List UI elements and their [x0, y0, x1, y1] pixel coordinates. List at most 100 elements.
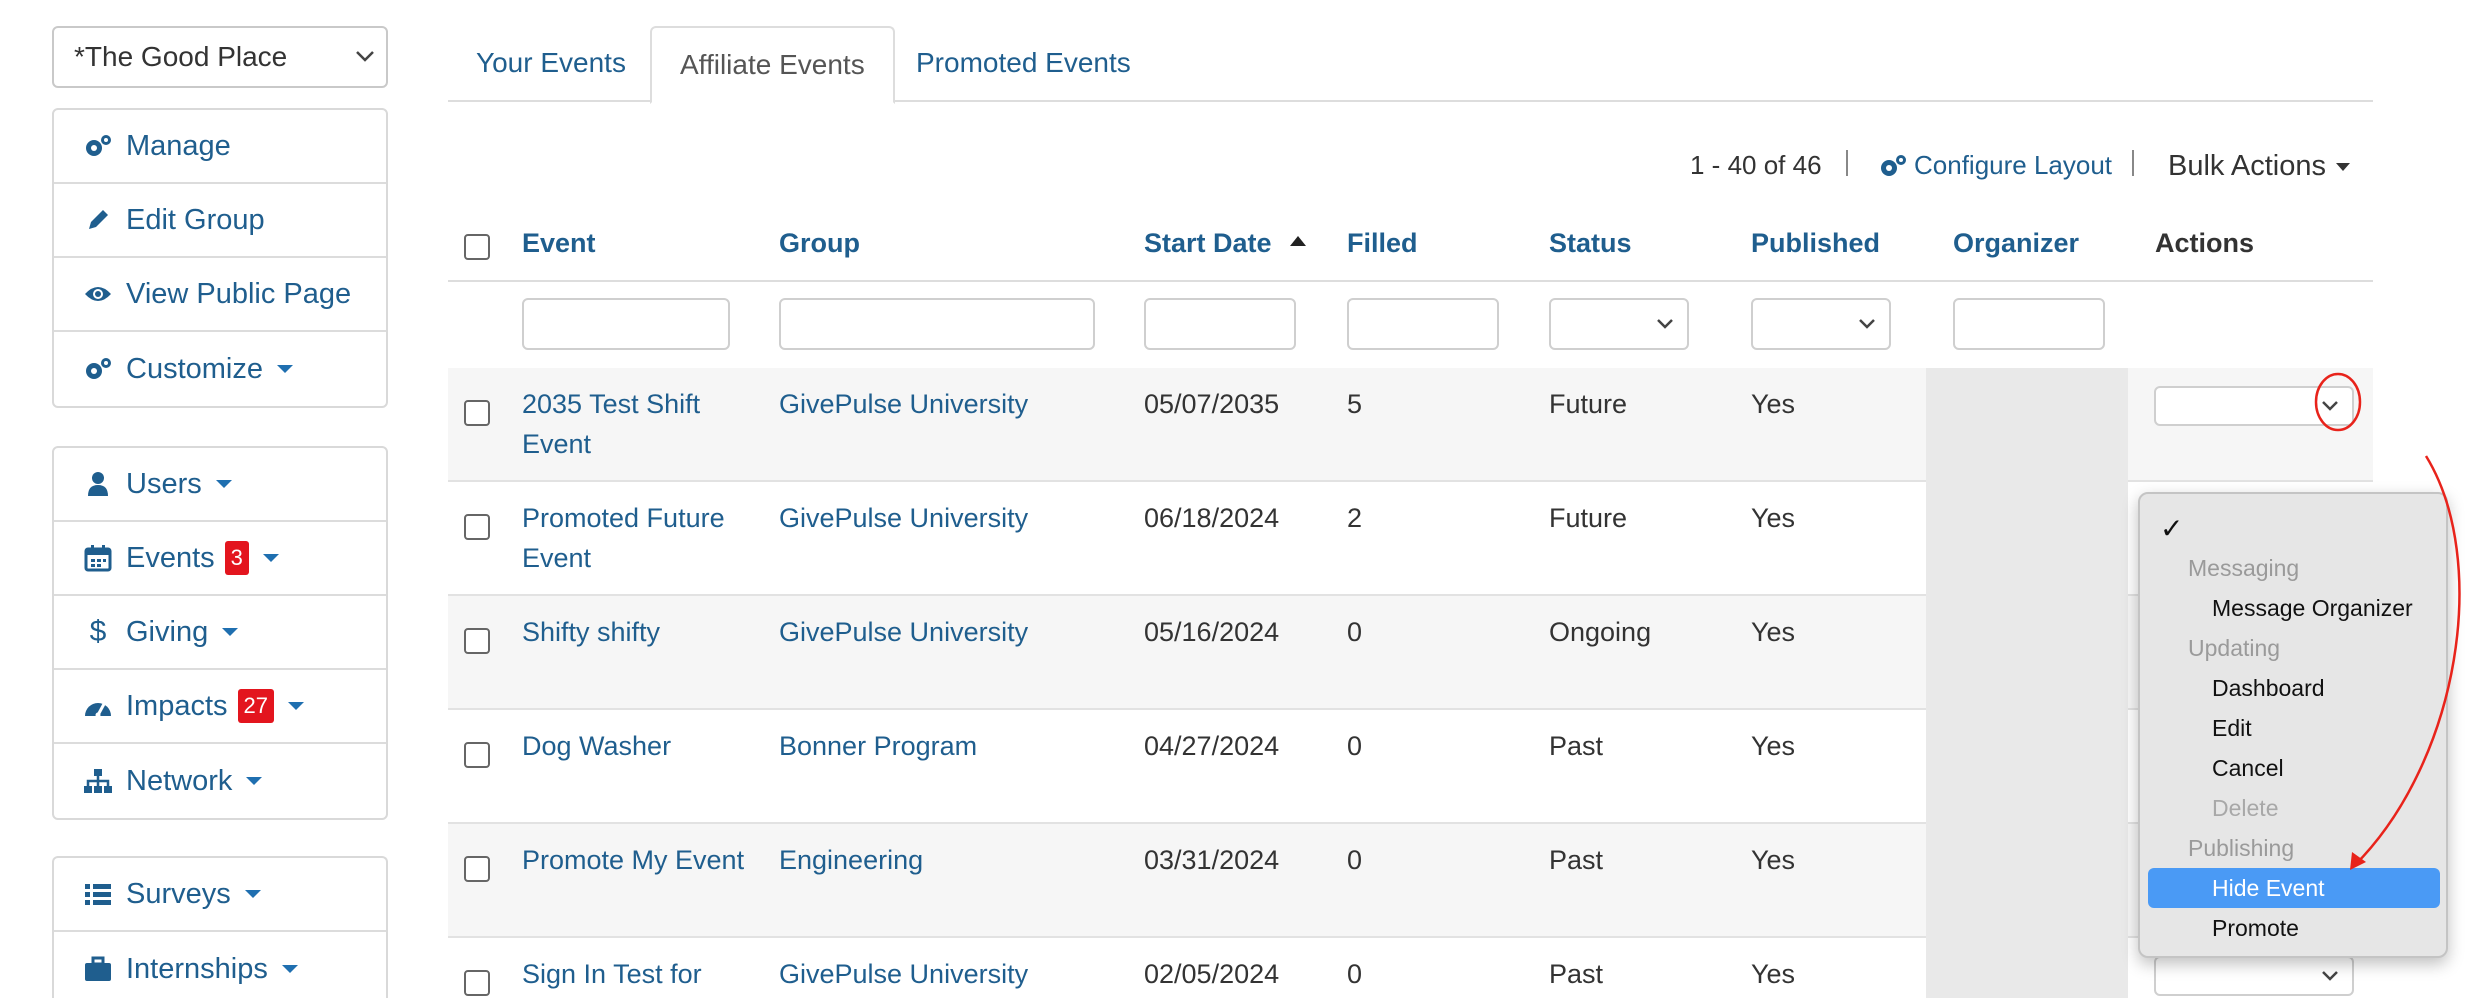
sidebar-item-surveys[interactable]: Surveys [54, 858, 386, 932]
bulk-actions-label: Bulk Actions [2168, 150, 2326, 182]
caret-down-icon [281, 965, 298, 973]
list-icon [82, 879, 114, 909]
group-link[interactable]: Bonner Program [779, 726, 977, 766]
group-link[interactable]: Engineering [779, 840, 923, 880]
sidebar-item-label: Manage [126, 129, 231, 162]
event-filter-input[interactable] [522, 298, 730, 350]
status-value: Past [1549, 959, 1604, 989]
start-date-filter-input[interactable] [1144, 298, 1296, 350]
menu-item-message-organizer[interactable]: Message Organizer [2140, 588, 2446, 628]
start-date: 02/05/2024 [1144, 959, 1280, 989]
published-value: Yes [1751, 617, 1796, 647]
bulk-actions-button[interactable]: Bulk Actions [2168, 150, 2350, 183]
sidebar-item-label: Edit Group [126, 203, 265, 236]
group-selector[interactable]: *The Good Place [52, 26, 388, 88]
filled-count: 5 [1347, 389, 1363, 419]
filter-row [448, 282, 2373, 368]
published-value: Yes [1751, 503, 1796, 533]
row-checkbox[interactable] [464, 514, 490, 540]
select-all-checkbox[interactable] [464, 234, 490, 260]
published-value: Yes [1751, 959, 1796, 989]
start-date: 05/16/2024 [1144, 617, 1280, 647]
filled-count: 0 [1347, 731, 1363, 761]
briefcase-icon [82, 954, 114, 984]
event-tabs: Your Events Affiliate Events Promoted Ev… [448, 26, 2373, 104]
menu-item-promote[interactable]: Promote [2140, 908, 2446, 948]
pagination-range: 1 - 40 of 46 [1690, 150, 1822, 180]
column-header-filled[interactable]: Filled [1347, 228, 1418, 259]
sidebar-item-label: Giving [126, 615, 209, 648]
dashboard-icon [82, 691, 114, 721]
row-actions-select[interactable] [2154, 956, 2354, 996]
filled-filter-input[interactable] [1347, 298, 1499, 350]
sidebar-item-internships[interactable]: Internships [54, 932, 386, 998]
sitemap-icon [82, 766, 114, 796]
caret-down-icon [2335, 162, 2350, 171]
sidebar-group-admin: Manage Edit Group View Public Page Custo… [52, 108, 388, 408]
sidebar-item-giving[interactable]: $ Giving [54, 596, 386, 670]
sidebar-item-network[interactable]: Network [54, 744, 386, 818]
column-header-start-date[interactable]: Start Date [1144, 228, 1272, 259]
pencil-icon [82, 205, 114, 235]
organizer-filter-input[interactable] [1953, 298, 2105, 350]
configure-layout-label: Configure Layout [1914, 150, 2113, 180]
caret-down-icon [215, 480, 232, 488]
column-header-published[interactable]: Published [1751, 228, 1880, 259]
event-name-link[interactable]: 2035 Test Shift Event [522, 384, 700, 464]
column-header-group[interactable]: Group [779, 228, 860, 259]
column-header-event[interactable]: Event [522, 228, 596, 259]
sidebar-item-label: Internships [126, 952, 268, 985]
event-name-link[interactable]: Shifty shifty [522, 612, 660, 652]
dollar-icon: $ [89, 615, 107, 648]
sidebar-item-events[interactable]: Events 3 [54, 522, 386, 596]
event-name-link[interactable]: Promoted Future Event [522, 498, 725, 578]
group-link[interactable]: GivePulse University [779, 384, 1028, 424]
group-link[interactable]: GivePulse University [779, 612, 1028, 652]
configure-layout-link[interactable]: Configure Layout [1878, 150, 2112, 181]
gears-icon [82, 131, 114, 161]
group-selector-value: *The Good Place [74, 41, 288, 72]
published-value: Yes [1751, 731, 1796, 761]
caret-down-icon [244, 890, 261, 898]
menu-item-cancel[interactable]: Cancel [2140, 748, 2446, 788]
sort-ascending-icon[interactable] [1290, 236, 1306, 246]
group-filter-input[interactable] [779, 298, 1095, 350]
sidebar-item-view-public-page[interactable]: View Public Page [54, 258, 386, 332]
group-link[interactable]: GivePulse University [779, 498, 1028, 538]
checkmark-icon: ✓ [2160, 513, 2184, 544]
event-name-link[interactable]: Promote My Event [522, 840, 744, 880]
table-header: Event Group Start Date Filled Status Pub… [448, 218, 2373, 282]
row-checkbox[interactable] [464, 856, 490, 882]
sidebar-item-manage[interactable]: Manage [54, 110, 386, 184]
published-filter-select[interactable] [1751, 298, 1891, 350]
sidebar-item-users[interactable]: Users [54, 448, 386, 522]
group-link[interactable]: GivePulse University [779, 954, 1028, 994]
row-checkbox[interactable] [464, 970, 490, 996]
caret-down-icon [277, 365, 293, 373]
tab-your-events[interactable]: Your Events [448, 26, 654, 102]
event-name-link[interactable]: Sign In Test for [522, 954, 702, 994]
menu-item-hide-event[interactable]: Hide Event [2148, 868, 2440, 908]
row-checkbox[interactable] [464, 400, 490, 426]
calendar-icon [82, 543, 114, 573]
published-value: Yes [1751, 389, 1796, 419]
menu-item-edit[interactable]: Edit [2140, 708, 2446, 748]
event-name-link[interactable]: Dog Washer [522, 726, 671, 766]
sidebar-item-edit-group[interactable]: Edit Group [54, 184, 386, 258]
row-checkbox[interactable] [464, 628, 490, 654]
sidebar-item-label: Impacts [126, 689, 228, 722]
sidebar-item-customize[interactable]: Customize [54, 332, 386, 406]
menu-item-dashboard[interactable]: Dashboard [2140, 668, 2446, 708]
row-actions-select[interactable] [2154, 386, 2354, 426]
row-checkbox[interactable] [464, 742, 490, 768]
tab-affiliate-events[interactable]: Affiliate Events [650, 26, 895, 104]
tab-promoted-events[interactable]: Promoted Events [888, 26, 1159, 102]
status-filter-select[interactable] [1549, 298, 1689, 350]
sidebar-item-label: View Public Page [126, 277, 352, 310]
sidebar-item-impacts[interactable]: Impacts 27 [54, 670, 386, 744]
separator [2132, 150, 2134, 176]
column-header-status[interactable]: Status [1549, 228, 1632, 259]
menu-item-delete: Delete [2212, 795, 2279, 821]
chevron-down-icon [2322, 971, 2338, 981]
column-header-organizer[interactable]: Organizer [1953, 228, 2079, 259]
